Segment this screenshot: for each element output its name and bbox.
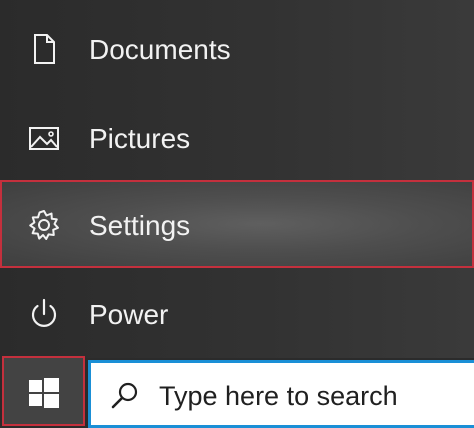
start-menu-item-label: Power <box>89 299 169 330</box>
taskbar-search-box[interactable]: Type here to search <box>88 360 474 428</box>
start-menu-item-power[interactable]: Power <box>0 269 474 357</box>
pictures-icon <box>29 127 59 150</box>
start-button[interactable] <box>2 356 85 426</box>
start-menu-item-pictures[interactable]: Pictures <box>0 93 474 181</box>
start-menu-item-label: Documents <box>89 34 231 65</box>
document-icon <box>34 34 55 64</box>
start-menu-item-documents[interactable]: Documents <box>0 4 474 92</box>
start-menu: Documents Pictures Settings Power <box>0 0 474 358</box>
windows-logo-icon <box>29 378 59 408</box>
gear-icon <box>29 210 59 240</box>
start-menu-item-label: Pictures <box>89 123 191 154</box>
start-menu-item-settings[interactable]: Settings <box>0 180 474 268</box>
start-menu-item-label: Settings <box>89 210 191 241</box>
search-icon <box>111 382 138 409</box>
power-icon <box>31 298 57 327</box>
search-placeholder: Type here to search <box>159 381 398 411</box>
